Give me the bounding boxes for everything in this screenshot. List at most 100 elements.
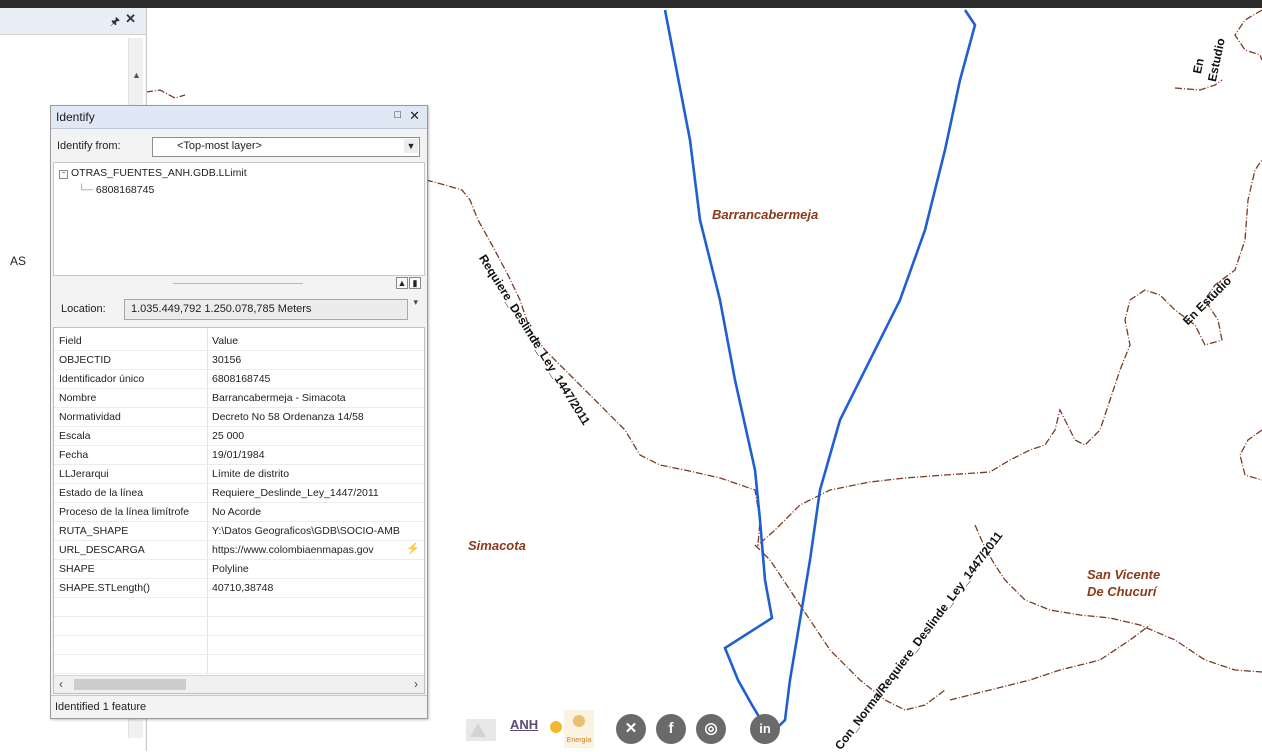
attribute-table-hscrollbar[interactable]: ‹ › — [54, 675, 424, 693]
sort-icon[interactable]: ▲ — [396, 277, 408, 289]
field-name: RUTA_SHAPE — [59, 525, 129, 537]
window-top-edge — [0, 0, 1262, 8]
attribute-table[interactable]: Field Value OBJECTID 30156 Identificador … — [53, 327, 425, 694]
field-value: 6808168745 — [212, 373, 271, 385]
field-name: OBJECTID — [59, 354, 111, 366]
region-label-de-chucuri: De Chucurí — [1087, 584, 1157, 599]
energia-logo: Energía — [564, 710, 594, 748]
table-row[interactable]: Escala 25 000 — [54, 427, 424, 446]
field-name: Estado de la línea — [59, 487, 144, 499]
field-value: 25 000 — [212, 430, 245, 442]
anh-logo-mark — [550, 721, 562, 733]
instagram-icon[interactable]: ◎ — [696, 714, 726, 744]
table-row[interactable]: Fecha 19/01/1984 — [54, 446, 424, 465]
table-row[interactable]: RUTA_SHAPE Y:\Datos Geograficos\GDB\SOCIO… — [54, 522, 424, 541]
location-field[interactable]: 1.035.449,792 1.250.078,785 Meters — [124, 299, 408, 320]
scroll-up-icon[interactable]: ▲ — [132, 70, 141, 80]
region-label-barrancabermeja: Barrancabermeja — [712, 207, 819, 222]
field-name: Nombre — [59, 392, 97, 404]
region-label-san-vicente: San Vicente — [1087, 567, 1161, 582]
identify-title: Identify — [56, 110, 95, 124]
field-name: Normatividad — [59, 411, 121, 423]
field-value: Decreto No 58 Ordenanza 14/58 — [212, 411, 364, 423]
field-value: 40710,38748 — [212, 582, 274, 594]
pin-icon[interactable]: 🖈 — [110, 13, 120, 32]
identify-from-label: Identify from: — [57, 140, 121, 152]
scroll-thumb[interactable] — [74, 679, 186, 690]
table-row[interactable]: Normatividad Decreto No 58 Ordenanza 14/5… — [54, 408, 424, 427]
field-value: No Acorde — [212, 506, 262, 518]
boundary-bottom-right — [949, 624, 1151, 701]
field-name: SHAPE.STLength() — [59, 582, 151, 594]
field-name: Proceso de la línea limítrofe — [59, 506, 190, 518]
field-name: LLJerarqui — [59, 468, 109, 480]
view-toggle-buttons: ▲ ▮ — [395, 277, 421, 289]
region-label-simacota: Simacota — [468, 538, 526, 553]
facebook-icon[interactable]: f — [656, 714, 686, 744]
splitter-grip[interactable] — [173, 283, 303, 284]
table-row[interactable]: Identificador único 6808168745 — [54, 370, 424, 389]
tree-connector-icon: └─ — [78, 184, 93, 196]
location-menu-icon[interactable]: ▾ — [413, 297, 418, 308]
chevron-down-icon[interactable]: ▼ — [404, 139, 418, 153]
footer-logos: ANH Energía ✕ f ◎ in — [460, 710, 810, 750]
table-row-empty — [54, 617, 424, 636]
field-name: Escala — [59, 430, 91, 442]
column-header-field: Field — [59, 335, 82, 347]
field-value: Límite de distrito — [212, 468, 290, 480]
table-row-empty — [54, 598, 424, 617]
pane-splitter[interactable]: ▲ ▮ — [53, 277, 423, 290]
table-row-empty — [54, 636, 424, 655]
field-name: Identificador único — [59, 373, 145, 385]
identify-from-dropdown[interactable]: <Top-most layer> ▼ — [152, 137, 420, 157]
identify-from-value: <Top-most layer> — [177, 140, 262, 152]
boundary-top-right — [1234, 9, 1262, 61]
tree-layer-label: OTRAS_FUENTES_ANH.GDB.LLimit — [71, 167, 247, 179]
field-name: URL_DESCARGA — [59, 544, 145, 556]
table-row[interactable]: SHAPE Polyline — [54, 560, 424, 579]
table-row[interactable]: LLJerarqui Límite de distrito — [54, 465, 424, 484]
identify-titlebar[interactable]: Identify □ ✕ — [51, 106, 427, 129]
close-icon[interactable]: ✕ — [125, 11, 136, 27]
boundary-con-norma — [754, 544, 946, 711]
field-name: SHAPE — [59, 563, 95, 575]
layout-icon[interactable]: ▮ — [409, 277, 421, 289]
energia-logo-icon — [573, 715, 585, 727]
scroll-left-icon[interactable]: ‹ — [59, 677, 63, 691]
docked-pane-header: 🖈 ✕ — [0, 8, 146, 35]
table-row[interactable]: URL_DESCARGA https://www.colombiaenmapas.… — [54, 541, 424, 560]
ministry-logo — [466, 719, 496, 741]
collapse-icon[interactable]: − — [59, 170, 68, 179]
tree-layer-node[interactable]: − OTRAS_FUENTES_ANH.GDB.LLimit — [59, 167, 247, 179]
table-row[interactable]: Nombre Barrancabermeja - Simacota — [54, 389, 424, 408]
identify-status-bar: Identified 1 feature — [51, 695, 427, 718]
identify-status-text: Identified 1 feature — [55, 701, 147, 713]
field-value: https://www.colombiaenmapas.gov — [212, 544, 374, 556]
table-row[interactable]: SHAPE.STLength() 40710,38748 — [54, 579, 424, 598]
close-icon[interactable]: ✕ — [409, 108, 420, 124]
identify-from-row: Identify from: <Top-most layer> ▼ — [51, 134, 427, 158]
location-value: 1.035.449,792 1.250.078,785 Meters — [131, 303, 312, 315]
tree-feature-label: 6808168745 — [95, 184, 155, 196]
scroll-right-icon[interactable]: › — [414, 677, 418, 691]
location-row: Location: 1.035.449,792 1.250.078,785 Me… — [51, 297, 427, 323]
field-value: Barrancabermeja - Simacota — [212, 392, 346, 404]
field-name: Fecha — [59, 449, 89, 461]
maximize-icon[interactable]: □ — [394, 109, 401, 121]
linkedin-icon[interactable]: in — [750, 714, 780, 744]
location-label: Location: — [61, 303, 106, 315]
energia-logo-text: Energía — [566, 737, 592, 744]
identify-results-tree[interactable]: − OTRAS_FUENTES_ANH.GDB.LLimit └─ 68081687… — [53, 162, 425, 276]
hyperlink-bolt-icon[interactable]: ⚡ — [406, 542, 420, 555]
tree-feature-node[interactable]: └─ 6808168745 — [78, 184, 154, 196]
column-header-value: Value — [212, 335, 239, 347]
table-row[interactable]: Proceso de la línea limítrofe No Acorde — [54, 503, 424, 522]
table-row[interactable]: OBJECTID 30156 — [54, 351, 424, 370]
boundary-right-edge — [1239, 429, 1262, 481]
table-row[interactable]: Estado de la línea Requiere_Deslinde_Ley_… — [54, 484, 424, 503]
field-value: Y:\Datos Geograficos\GDB\SOCIO-AMB — [212, 525, 400, 537]
table-row-empty — [54, 655, 424, 674]
identify-window: Identify □ ✕ Identify from: <Top-most la… — [50, 105, 428, 719]
x-icon[interactable]: ✕ — [616, 714, 646, 744]
field-value: 30156 — [212, 354, 242, 366]
